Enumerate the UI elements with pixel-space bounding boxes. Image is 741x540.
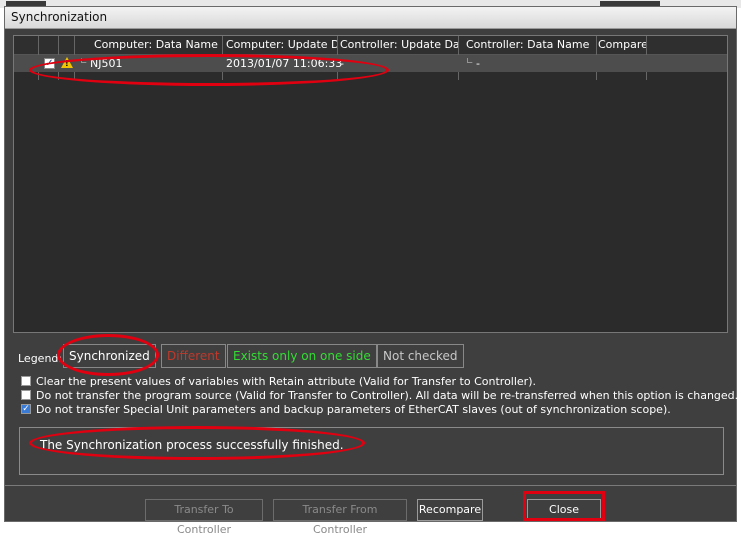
annotation-ellipse [57, 334, 159, 376]
row-controller-data-name: - [476, 57, 480, 70]
header-computer-update-date[interactable]: Computer: Update Da [226, 38, 338, 51]
recompare-button[interactable]: Recompare [417, 499, 483, 521]
checkbox-icon[interactable]: ✓ [21, 404, 31, 414]
checkbox-icon[interactable] [21, 376, 31, 386]
legend-not-checked: Not checked [377, 344, 464, 368]
header-controller-update-date[interactable]: Controller: Update Da [340, 38, 458, 51]
legend-label: Legend: [18, 352, 63, 365]
button-area-separator [5, 485, 736, 486]
legend-different: Different [161, 344, 226, 368]
annotation-rectangle [523, 491, 605, 521]
annotation-ellipse [29, 426, 365, 460]
transfer-from-controller-button[interactable]: Transfer From Controller [273, 499, 407, 536]
dialog-title: Synchronization [11, 10, 108, 24]
checkbox-icon[interactable] [21, 390, 31, 400]
legend-exists-one-side: Exists only on one side [227, 344, 377, 368]
header-compare[interactable]: Compare [598, 38, 646, 51]
header-controller-data-name[interactable]: Controller: Data Name [466, 38, 602, 51]
tree-expander-icon: ∟ [466, 57, 474, 67]
transfer-to-controller-button[interactable]: Transfer To Controller [145, 499, 263, 536]
dialog-titlebar[interactable]: Synchronization [5, 7, 736, 29]
synchronization-dialog: Synchronization Computer: Data Name Comp… [4, 6, 738, 536]
header-computer-data-name[interactable]: Computer: Data Name [94, 38, 222, 51]
annotation-ellipse [29, 54, 389, 86]
grid-header-row: Computer: Data Name Computer: Update Da … [14, 36, 727, 55]
